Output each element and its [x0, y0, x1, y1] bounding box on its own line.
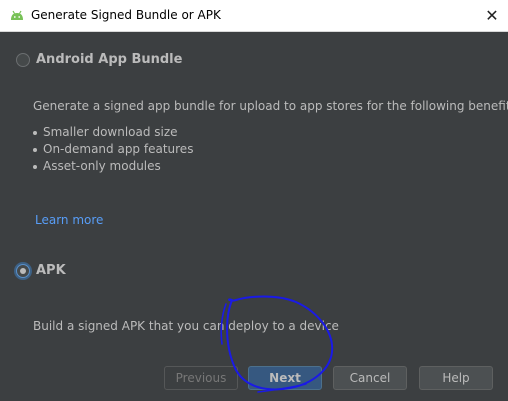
help-button[interactable]: Help — [419, 366, 493, 390]
bundle-description: Generate a signed app bundle for upload … — [33, 99, 508, 113]
apk-radio[interactable] — [16, 264, 30, 278]
cancel-button[interactable]: Cancel — [333, 366, 407, 390]
title-bar[interactable]: Generate Signed Bundle or APK ✕ — [0, 0, 508, 32]
next-button[interactable]: Next — [248, 366, 322, 390]
bullet-icon — [33, 165, 37, 169]
list-item: Asset-only modules — [33, 159, 193, 176]
bundle-radio[interactable] — [16, 53, 30, 67]
previous-button[interactable]: Previous — [164, 366, 238, 390]
close-icon[interactable]: ✕ — [476, 0, 508, 31]
window-title: Generate Signed Bundle or APK — [31, 8, 221, 22]
apk-description: Build a signed APK that you can deploy t… — [33, 319, 339, 333]
apk-option-label[interactable]: APK — [36, 263, 66, 278]
bullet-icon — [33, 148, 37, 152]
benefits-list: Smaller download size On-demand app feat… — [33, 125, 193, 176]
list-item: On-demand app features — [33, 142, 193, 159]
list-item: Smaller download size — [33, 125, 193, 142]
dialog-window: Generate Signed Bundle or APK ✕ Android … — [0, 0, 508, 401]
android-icon — [11, 10, 23, 20]
bundle-option-label[interactable]: Android App Bundle — [36, 52, 182, 67]
learn-more-link[interactable]: Learn more — [35, 213, 103, 227]
bullet-icon — [33, 131, 37, 135]
